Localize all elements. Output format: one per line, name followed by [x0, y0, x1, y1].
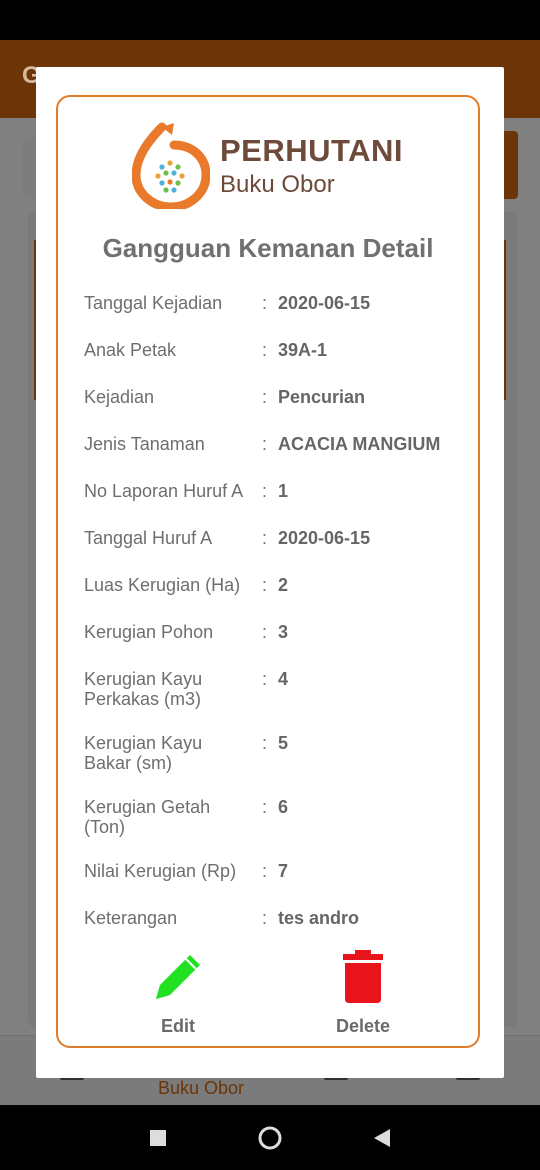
field-label: Keterangan [84, 908, 178, 928]
field-value: 2020-06-15 [278, 293, 371, 313]
field-value: 6 [278, 797, 289, 817]
field-value: Pencurian [278, 387, 366, 407]
back-button[interactable] [368, 1125, 394, 1151]
system-navigation-bar [0, 1105, 540, 1170]
delete-button[interactable]: Delete [320, 949, 406, 1037]
edit-button[interactable]: Edit [138, 949, 218, 1037]
field-value: 5 [278, 733, 289, 753]
brand-name: PERHUTANI [220, 133, 404, 168]
field-label: No Laporan Huruf A [84, 481, 244, 501]
field-value: 3 [278, 622, 289, 642]
field-colon: : [262, 622, 268, 642]
field-colon: : [262, 387, 268, 407]
field-label: Kerugian Pohon [84, 622, 214, 642]
field-colon: : [262, 293, 268, 313]
field-value: 1 [278, 481, 289, 501]
field-label: Kerugian Kayu Perkakas (m3) [84, 669, 203, 709]
field-label: Tanggal Huruf A [84, 528, 213, 548]
field-colon: : [262, 669, 268, 689]
brand-subtitle: Buku Obor [220, 171, 335, 198]
field-value: 4 [278, 669, 289, 689]
triangle-back-icon [374, 1129, 390, 1147]
recent-apps-button[interactable] [145, 1125, 171, 1151]
status-bar [0, 0, 540, 40]
field-value: 2 [278, 575, 289, 595]
field-colon: : [262, 434, 268, 454]
field-label: Nilai Kerugian (Rp) [84, 861, 237, 881]
field-colon: : [262, 908, 268, 928]
field-label: Jenis Tanaman [84, 434, 205, 454]
field-label: Tanggal Kejadian [84, 293, 223, 313]
dialog-frame: PERHUTANI Buku Obor Gangguan Kemanan Det… [56, 95, 480, 1048]
field-label: Kerugian Kayu Bakar (sm) [84, 733, 203, 773]
field-colon: : [262, 481, 268, 501]
field-colon: : [262, 733, 268, 753]
field-value: 39A-1 [278, 340, 328, 360]
square-icon [150, 1130, 166, 1146]
bottom-nav-label: Buku Obor [158, 1078, 245, 1098]
pencil-icon [156, 955, 200, 999]
field-value: ACACIA MANGIUM [278, 434, 441, 454]
dialog-title: Gangguan Kemanan Detail [102, 233, 434, 263]
field-label: Anak Petak [84, 340, 177, 360]
delete-label: Delete [335, 1016, 391, 1036]
field-colon: : [262, 340, 268, 360]
perhutani-logo [132, 122, 210, 209]
detail-dialog: PERHUTANI Buku Obor Gangguan Kemanan Det… [36, 67, 504, 1078]
field-colon: : [262, 575, 268, 595]
home-button[interactable] [257, 1125, 283, 1151]
field-value: tes andro [278, 908, 360, 928]
field-label: Luas Kerugian (Ha) [84, 575, 241, 595]
field-value: 7 [278, 861, 289, 881]
trash-icon [343, 950, 383, 1003]
circle-icon [258, 1126, 282, 1150]
field-label: Kejadian [84, 387, 155, 407]
edit-label: Edit [161, 1016, 195, 1036]
field-colon: : [262, 528, 268, 548]
field-label: Kerugian Getah (Ton) [84, 797, 211, 837]
field-colon: : [262, 797, 268, 817]
field-value: 2020-06-15 [278, 528, 371, 548]
field-colon: : [262, 861, 268, 881]
